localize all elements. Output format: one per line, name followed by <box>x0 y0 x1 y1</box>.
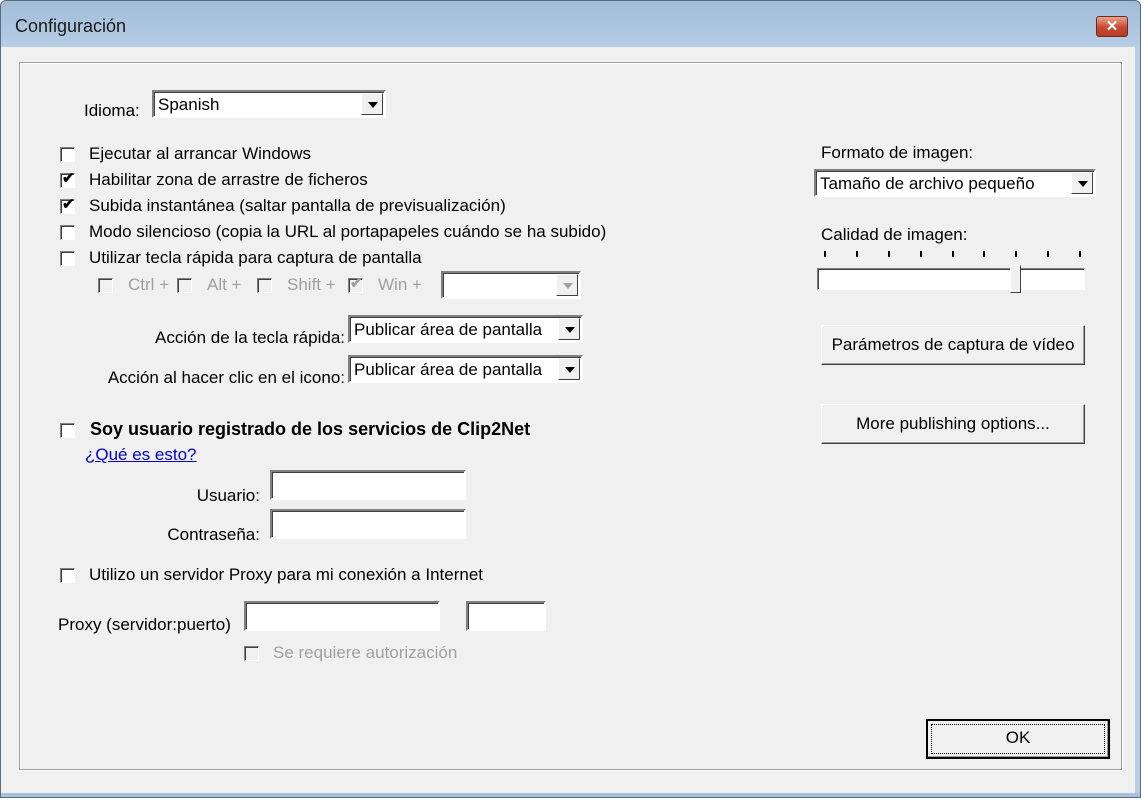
modifier-checkbox[interactable] <box>177 278 192 293</box>
settings-dialog: Configuración ✕ Idioma: Spanish Ejecutar… <box>0 0 1141 798</box>
close-icon: ✕ <box>1105 18 1119 35</box>
settings-panel: Idioma: Spanish Ejecutar al arrancar Win… <box>19 62 1122 770</box>
close-button[interactable]: ✕ <box>1096 16 1128 37</box>
slider-tick <box>1079 251 1081 257</box>
checkmark-icon: ✔ <box>350 275 363 292</box>
proxy-auth-checkbox[interactable] <box>244 646 259 661</box>
hotkey-action-value: Publicar área de pantalla <box>354 320 543 339</box>
slider-tick <box>1047 251 1050 257</box>
more-publishing-button[interactable]: More publishing options... <box>821 404 1085 444</box>
title-bar[interactable]: Configuración ✕ <box>1 1 1140 47</box>
option-label: Habilitar zona de arrastre de ficheros <box>89 170 368 189</box>
slider-track[interactable] <box>817 268 1085 290</box>
proxy-checkbox[interactable] <box>60 568 75 583</box>
chevron-down-icon[interactable] <box>361 93 383 115</box>
slider-tick <box>824 251 826 257</box>
image-format-value: Tamaño de archivo pequeño <box>820 174 1035 193</box>
slider-thumb[interactable] <box>1010 265 1022 293</box>
checkmark-icon: ✔ <box>62 196 75 213</box>
option-checkbox[interactable] <box>60 225 75 240</box>
modifier-label: Alt + <box>207 275 242 294</box>
user-input[interactable] <box>270 470 466 500</box>
option-checkbox[interactable]: ✔ <box>60 196 75 214</box>
ok-button[interactable]: OK <box>926 719 1110 759</box>
checkmark-icon: ✔ <box>62 170 75 187</box>
hotkey-action-select[interactable]: Publicar área de pantalla <box>348 315 583 343</box>
modifier-label: Shift + <box>287 275 336 294</box>
option-checkbox[interactable]: ✔ <box>60 170 75 188</box>
hotkey-action-label: Acción de la tecla rápida: <box>155 328 345 347</box>
icon-action-value: Publicar área de pantalla <box>354 360 543 379</box>
modifier-checkbox[interactable]: ✔ <box>348 275 363 293</box>
chevron-down-icon[interactable] <box>558 318 580 340</box>
slider-tick <box>983 251 986 257</box>
slider-tick <box>1015 251 1018 257</box>
language-label: Idioma: <box>84 101 140 120</box>
proxy-server-input[interactable] <box>244 601 440 631</box>
slider-tick <box>951 251 954 257</box>
window-title: Configuración <box>15 16 127 36</box>
language-value: Spanish <box>158 95 220 114</box>
chevron-down-icon[interactable] <box>558 358 580 380</box>
slider-tick <box>887 251 890 257</box>
option-checkbox[interactable] <box>60 147 75 162</box>
slider-tick <box>855 251 858 257</box>
modifier-label: Win + <box>378 275 422 294</box>
option-label: Utilizar tecla rápida para captura de pa… <box>89 248 422 267</box>
language-select[interactable]: Spanish <box>152 90 386 118</box>
focus-rect <box>931 724 1105 754</box>
modifier-label: Ctrl + <box>128 275 170 294</box>
hotkey-key-select[interactable] <box>441 271 581 299</box>
option-label: Modo silencioso (copia la URL al portapa… <box>89 222 607 241</box>
chevron-down-icon[interactable] <box>1071 172 1093 194</box>
proxy-label: Proxy (servidor:puerto) <box>58 615 231 634</box>
image-quality-label: Calidad de imagen: <box>821 225 968 244</box>
proxy-port-input[interactable] <box>466 601 546 631</box>
password-label: Contraseña: <box>167 525 260 544</box>
proxy-use-label: Utilizo un servidor Proxy para mi conexi… <box>89 565 484 584</box>
icon-action-select[interactable]: Publicar área de pantalla <box>348 355 583 383</box>
registered-checkbox[interactable] <box>60 423 75 438</box>
proxy-auth-label: Se requiere autorización <box>273 643 458 662</box>
user-label: Usuario: <box>196 486 260 505</box>
chevron-down-icon[interactable] <box>556 274 578 296</box>
modifier-checkbox[interactable] <box>257 278 272 293</box>
image-format-select[interactable]: Tamaño de archivo pequeño <box>814 169 1096 197</box>
option-label: Subida instantánea (saltar pantalla de p… <box>89 196 506 215</box>
icon-action-label: Acción al hacer clic en el icono: <box>107 368 345 387</box>
option-label: Ejecutar al arrancar Windows <box>89 144 312 163</box>
video-params-button[interactable]: Parámetros de captura de vídeo <box>821 325 1085 365</box>
image-format-label: Formato de imagen: <box>821 143 974 162</box>
modifier-checkbox[interactable] <box>98 278 113 293</box>
option-checkbox[interactable] <box>60 251 75 266</box>
window-frame-right <box>1135 47 1140 797</box>
image-quality-slider[interactable] <box>817 251 1085 293</box>
password-input[interactable] <box>270 509 466 539</box>
window-frame-bottom <box>1 793 1140 797</box>
what-is-this-link[interactable]: ¿Qué es esto? <box>85 445 197 465</box>
registered-label: Soy usuario registrado de los servicios … <box>90 419 531 439</box>
slider-tick <box>919 251 922 257</box>
